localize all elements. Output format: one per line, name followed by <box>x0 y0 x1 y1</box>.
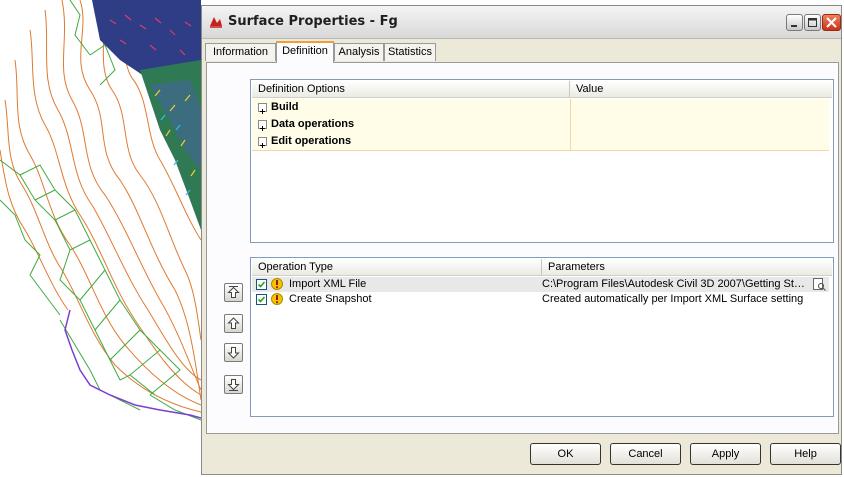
warning-icon <box>271 278 283 290</box>
tab-definition[interactable]: Definition <box>276 41 334 63</box>
operation-row-create-snapshot[interactable]: Create Snapshot Created automatically pe… <box>252 292 829 307</box>
move-down-button[interactable] <box>224 343 243 362</box>
column-operation-type[interactable]: Operation Type <box>252 259 542 275</box>
definition-tab-page: Definition Options Value Build Data oper… <box>206 62 839 434</box>
close-icon <box>826 17 837 28</box>
checkbox-checked[interactable] <box>256 294 267 305</box>
column-value[interactable]: Value <box>570 81 832 97</box>
move-to-top-button[interactable] <box>224 283 243 302</box>
option-value <box>570 116 830 133</box>
maximize-icon <box>808 18 817 27</box>
operation-row-import-xml[interactable]: Import XML File C:\Program Files\Autodes… <box>252 277 829 292</box>
option-label: Build <box>271 101 299 113</box>
move-to-bottom-icon <box>227 379 240 391</box>
maximize-button[interactable] <box>804 14 821 31</box>
option-value <box>570 99 830 116</box>
operation-parameters: Created automatically per Import XML Sur… <box>542 293 804 305</box>
option-row-build[interactable]: Build <box>252 99 829 117</box>
option-row-edit-operations[interactable]: Edit operations <box>252 133 829 151</box>
tab-information[interactable]: Information <box>205 43 276 61</box>
arrow-down-icon <box>227 347 240 359</box>
warning-icon <box>271 293 283 305</box>
move-to-bottom-button[interactable] <box>224 375 243 394</box>
option-value <box>570 133 830 150</box>
help-button[interactable]: Help <box>770 443 841 465</box>
expand-plus-icon[interactable] <box>258 137 267 148</box>
definition-grid-header: Definition Options Value <box>252 81 832 98</box>
operations-grid-header: Operation Type Parameters <box>252 259 832 276</box>
operations-grid: Operation Type Parameters Import XML Fil… <box>250 257 834 417</box>
civil3d-app-icon <box>210 17 222 28</box>
title-bar[interactable]: Surface Properties - Fg <box>202 6 841 39</box>
browse-file-icon[interactable] <box>813 278 826 291</box>
column-definition-options[interactable]: Definition Options <box>252 81 570 97</box>
column-parameters[interactable]: Parameters <box>542 259 832 275</box>
close-button[interactable] <box>822 14 841 31</box>
tab-analysis[interactable]: Analysis <box>334 43 384 61</box>
minimize-button[interactable] <box>786 14 803 31</box>
purple-line <box>64 309 202 419</box>
definition-options-grid: Definition Options Value Build Data oper… <box>250 79 834 243</box>
operation-type: Import XML File <box>289 278 367 290</box>
surface-properties-dialog: Surface Properties - Fg Information Defi… <box>201 5 842 475</box>
expand-plus-icon[interactable] <box>258 120 267 131</box>
move-up-button[interactable] <box>224 314 243 333</box>
arrow-up-icon <box>227 317 240 329</box>
operation-parameters: C:\Program Files\Autodesk Civil 3D 2007\… <box>542 278 810 290</box>
expand-plus-icon[interactable] <box>258 103 267 114</box>
option-row-data-operations[interactable]: Data operations <box>252 116 829 134</box>
checkbox-checked[interactable] <box>256 279 267 290</box>
window-title: Surface Properties - Fg <box>228 14 398 29</box>
operation-type: Create Snapshot <box>289 293 372 305</box>
move-to-top-icon <box>227 286 240 298</box>
cancel-button[interactable]: Cancel <box>610 443 681 465</box>
apply-button[interactable]: Apply <box>690 443 761 465</box>
minimize-icon <box>791 25 797 27</box>
option-label: Data operations <box>271 118 355 130</box>
ok-button[interactable]: OK <box>530 443 601 465</box>
option-label: Edit operations <box>271 135 352 147</box>
tab-statistics[interactable]: Statistics <box>384 43 436 61</box>
